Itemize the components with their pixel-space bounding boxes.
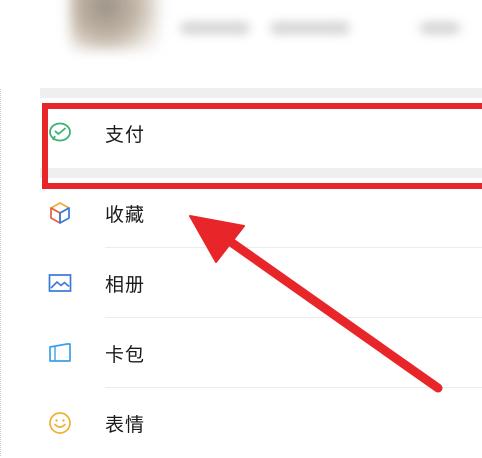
me-menu-list: 支付 收藏 相册 卡包 表情 [40,98,482,458]
smiley-icon [45,408,75,438]
menu-item-album[interactable]: 相册 [40,248,482,318]
blurred-qr [420,22,460,34]
menu-item-label: 支付 [105,123,146,146]
wechat-pay-icon [45,118,75,148]
profile-header[interactable] [0,0,482,88]
blurred-id [270,22,350,34]
menu-item-label: 卡包 [105,343,146,366]
menu-item-favorites[interactable]: 收藏 [40,168,482,248]
menu-item-label: 相册 [105,273,146,296]
menu-item-stickers[interactable]: 表情 [40,388,482,458]
section-separator [40,88,482,98]
menu-item-label: 表情 [105,413,146,436]
card-wallet-icon [45,338,75,368]
blurred-name [180,22,250,34]
menu-item-label: 收藏 [105,203,146,226]
menu-item-card-wallet[interactable]: 卡包 [40,318,482,388]
cube-icon [45,198,75,228]
avatar[interactable] [70,0,160,50]
photo-album-icon [45,268,75,298]
menu-item-pay[interactable]: 支付 [40,98,482,168]
